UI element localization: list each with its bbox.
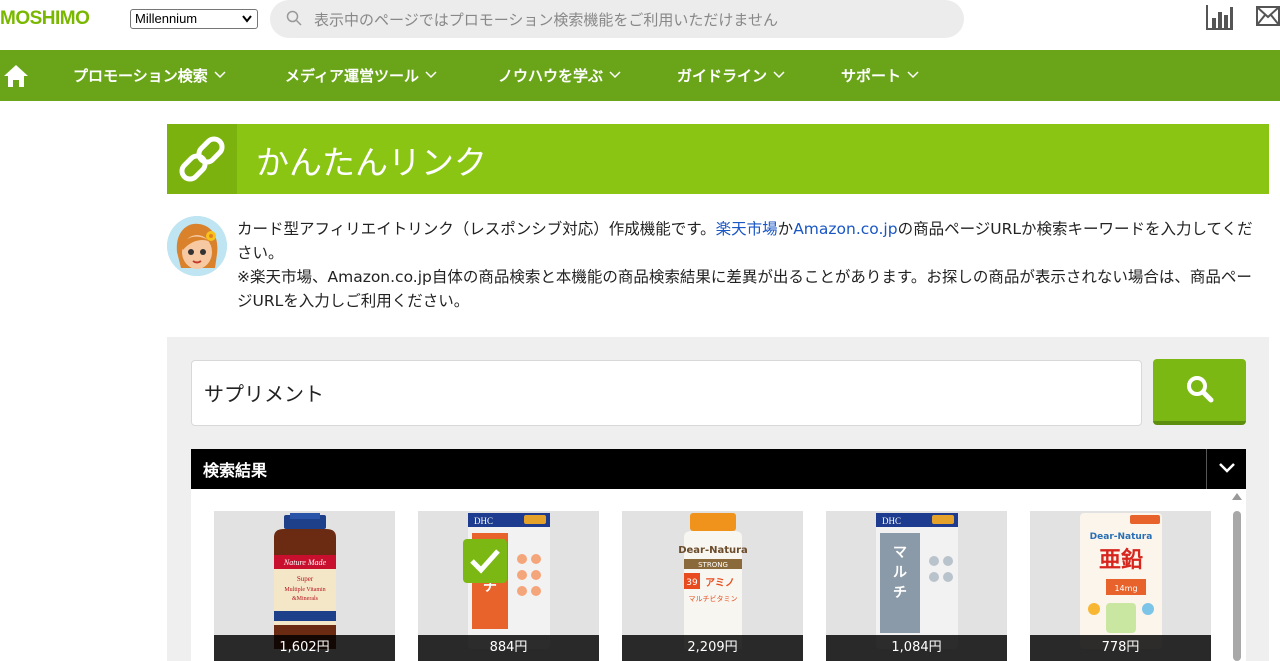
scrollbar-thumb[interactable] [1233, 511, 1241, 661]
svg-text:39: 39 [686, 578, 698, 588]
product-image: Dear-Natura 亜鉛 14mg [1080, 513, 1162, 649]
svg-text:チ: チ [893, 585, 907, 601]
nav-item-learn[interactable]: ノウハウを学ぶ [498, 65, 621, 86]
page-title-banner: かんたんリンク [167, 124, 1269, 194]
svg-text:14mg: 14mg [1114, 584, 1137, 593]
home-icon[interactable] [3, 64, 29, 88]
description: カード型アフィリエイトリンク（レスポンシブ対応）作成機能です。楽天市場かAmaz… [237, 220, 1253, 310]
product-price: 778円 [1030, 635, 1211, 661]
svg-text:マ: マ [893, 545, 907, 561]
svg-text:Multiple Vitamin: Multiple Vitamin [284, 587, 325, 593]
chevron-down-icon [773, 71, 785, 79]
svg-text:DHC: DHC [882, 516, 901, 526]
product-price: 2,209円 [622, 635, 803, 661]
chevron-down-icon [907, 71, 919, 79]
chevron-down-icon [425, 71, 437, 79]
product-image: DHC マ ル チ [876, 513, 958, 649]
nav-item-guidelines[interactable]: ガイドライン [677, 65, 785, 86]
product-card[interactable]: DHC マ ル チ 884円 [418, 511, 599, 661]
search-button[interactable] [1153, 359, 1246, 425]
promotion-search-input[interactable]: 表示中のページではプロモーション検索機能をご利用いただけません [270, 0, 964, 38]
mail-icon[interactable] [1256, 6, 1280, 26]
svg-text:Dear-Natura: Dear-Natura [1090, 532, 1153, 542]
results-scrollbar[interactable] [1230, 493, 1244, 661]
checkmark-icon [470, 549, 500, 574]
chevron-down-icon [214, 71, 226, 79]
results-header: 検索結果 [191, 449, 1246, 489]
svg-text:アミノ: アミノ [705, 577, 735, 589]
svg-text:Super: Super [297, 575, 314, 583]
search-icon [1187, 376, 1214, 403]
main-nav: プロモーション検索 メディア運営ツール ノウハウを学ぶ ガイドライン サポート [0, 50, 1280, 101]
product-price: 884円 [418, 635, 599, 661]
svg-text:STRONG: STRONG [698, 561, 728, 569]
avatar [167, 216, 227, 276]
chevron-down-icon [242, 15, 252, 23]
svg-text:&Minerals: &Minerals [292, 596, 319, 602]
results-collapse-toggle[interactable] [1206, 449, 1246, 489]
svg-text:DHC: DHC [474, 516, 493, 526]
svg-text:亜鉛: 亜鉛 [1099, 547, 1143, 573]
search-icon [286, 10, 302, 26]
link-icon-box [167, 124, 237, 194]
chevron-down-icon [1219, 463, 1235, 473]
chart-icon[interactable] [1206, 4, 1234, 30]
svg-text:マルチビタミン: マルチビタミン [689, 594, 738, 603]
product-card[interactable]: Dear-Natura 亜鉛 14mg 778円 [1030, 511, 1211, 661]
results-list: Nature Made Super Multiple Vitamin &Mine… [191, 489, 1246, 661]
site-select[interactable]: Millennium [130, 9, 258, 29]
page-title: かんたんリンク [256, 143, 487, 182]
rakuten-link[interactable]: 楽天市場 [716, 220, 778, 238]
site-select-value: Millennium [135, 11, 198, 26]
product-price: 1,084円 [826, 635, 1007, 661]
product-image: Dear-Natura STRONG 39 アミノ マルチビタミン [678, 513, 748, 649]
moshimo-logo[interactable]: MOSHIMO [0, 8, 90, 30]
nav-item-promotion-search[interactable]: プロモーション検索 [73, 65, 226, 86]
svg-text:ル: ル [893, 565, 907, 581]
product-card[interactable]: DHC マ ル チ 1,084円 [826, 511, 1007, 661]
link-icon [179, 136, 225, 182]
svg-text:Nature Made: Nature Made [283, 558, 327, 567]
nav-item-media-tools[interactable]: メディア運営ツール [285, 65, 437, 86]
scroll-up-arrow-icon[interactable] [1232, 493, 1242, 500]
top-bar: MOSHIMO Millennium 表示中のページではプロモーション検索機能を… [0, 0, 1280, 50]
svg-text:Dear-Natura: Dear-Natura [678, 545, 748, 556]
product-image: Nature Made Super Multiple Vitamin &Mine… [274, 513, 336, 649]
selected-check [463, 539, 507, 583]
results-label: 検索結果 [203, 461, 268, 480]
product-card[interactable]: Dear-Natura STRONG 39 アミノ マルチビタミン 2,209円 [622, 511, 803, 661]
link-tool-panel: サプリメント 検索結果 Nature Made Super Multiple V… [167, 337, 1269, 661]
search-placeholder: 表示中のページではプロモーション検索機能をご利用いただけません [314, 11, 778, 29]
product-price: 1,602円 [214, 635, 395, 661]
amazon-link[interactable]: Amazon.co.jp [793, 220, 897, 238]
product-card[interactable]: Nature Made Super Multiple Vitamin &Mine… [214, 511, 395, 661]
description-note: ※楽天市場、Amazon.co.jp自体の商品検索と本機能の商品検索結果に差異が… [237, 268, 1252, 310]
keyword-input[interactable]: サプリメント [191, 360, 1142, 426]
nav-item-support[interactable]: サポート [841, 65, 919, 86]
chevron-down-icon [609, 71, 621, 79]
